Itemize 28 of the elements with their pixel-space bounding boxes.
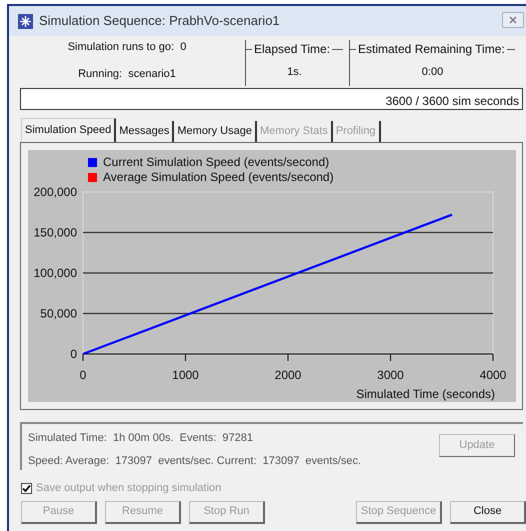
window-title: Simulation Sequence: PrabhVo-scenario1: [39, 12, 280, 30]
status-text: Simulated Time: 1h 00m 00s. Events: 97281: [28, 431, 254, 446]
progress-text: 3600 / 3600 sim seconds: [386, 93, 519, 110]
legend-label: Average Simulation Speed (events/second): [103, 170, 334, 184]
x-tick-label: 0: [80, 368, 86, 382]
app-icon: [18, 14, 33, 28]
y-tick-label: 200,000: [34, 185, 77, 199]
x-tick-label: 2000: [274, 368, 302, 382]
x-tick-label: 1000: [172, 368, 199, 382]
y-tick-label: 150,000: [34, 226, 77, 240]
close-button[interactable]: [502, 12, 524, 28]
close-icon: [509, 16, 517, 24]
y-tick-label: 50,000: [40, 306, 77, 320]
y-tick-label: 0: [70, 347, 77, 361]
remaining-time-value: 0:00: [422, 65, 444, 80]
x-tick-label: 3000: [377, 368, 404, 382]
status-text: Speed: Average: 173097 events/sec. Current: 173097 events/sec.: [28, 454, 362, 468]
tab[interactable]: Simulation Speed: [21, 118, 116, 142]
legend-label: Current Simulation Speed (events/second): [103, 155, 330, 169]
group-label: Estimated Remaining Time:: [357, 41, 506, 58]
y-tick-label: 100,000: [34, 266, 77, 280]
x-axis-title: Simulated Time (seconds): [356, 387, 495, 401]
elapsed-time-value: 1s.: [287, 65, 302, 80]
group-label: Elapsed Time:: [253, 41, 332, 58]
running-text: Running: scenario1: [78, 66, 176, 82]
runs-to-go-text: Simulation runs to go: 0: [68, 40, 186, 55]
x-tick-label: 4000: [480, 368, 506, 382]
action-button[interactable]: Close: [450, 500, 526, 524]
